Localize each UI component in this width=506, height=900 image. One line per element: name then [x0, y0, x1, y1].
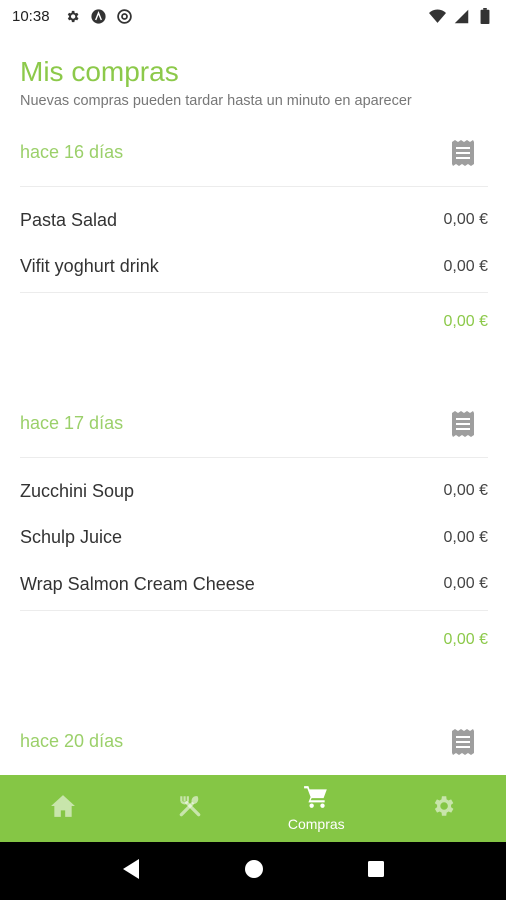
wifi-icon — [428, 7, 446, 25]
utensils-icon — [177, 793, 203, 824]
purchase-group-header: hace 17 días — [20, 405, 488, 457]
page-subtitle: Nuevas compras pueden tardar hasta un mi… — [20, 93, 412, 109]
purchase-date: hace 20 días — [20, 731, 124, 751]
purchase-item: Pasta Salad 0,00 € — [20, 197, 488, 244]
item-price: 0,00 € — [443, 482, 488, 500]
item-name: Wrap Salmon Cream Cheese — [20, 573, 255, 594]
battery-icon — [476, 7, 494, 25]
purchase-group: hace 20 días — [20, 723, 488, 775]
at-notification-icon — [116, 7, 134, 25]
cart-icon — [303, 785, 329, 814]
status-bar: 10:38 — [0, 0, 506, 32]
page-title: Mis compras — [20, 56, 179, 87]
item-name: Zucchini Soup — [20, 480, 135, 501]
settings-notification-icon — [64, 7, 82, 25]
purchase-group: hace 17 días Zucchini Soup 0,00 € Schulp… — [20, 405, 488, 673]
system-navigation-bar — [0, 842, 506, 900]
purchases-screen: Mis compras Nuevas compras pueden tardar… — [0, 32, 506, 775]
item-name: Schulp Juice — [20, 527, 123, 548]
nav-compras-label: Compras — [287, 816, 345, 832]
item-name: Vifit yoghurt drink — [20, 256, 159, 277]
receipt-icon[interactable] — [450, 411, 476, 437]
nav-home[interactable] — [0, 775, 127, 842]
bottom-navigation: Compras — [0, 775, 506, 842]
item-price: 0,00 € — [443, 528, 488, 546]
purchase-item: Wrap Salmon Cream Cheese 0,00 € — [20, 561, 488, 608]
purchase-date: hace 17 días — [20, 413, 124, 433]
nav-settings[interactable] — [380, 775, 506, 842]
nav-menu[interactable] — [127, 775, 254, 842]
purchase-total: 0,00 € — [443, 313, 488, 330]
home-circle-icon[interactable] — [244, 859, 264, 884]
item-name: Pasta Salad — [20, 209, 118, 230]
back-icon[interactable] — [121, 858, 141, 885]
purchase-total: 0,00 € — [443, 630, 488, 648]
item-price: 0,00 € — [443, 211, 488, 229]
recents-icon[interactable] — [367, 860, 385, 883]
item-price: 0,00 € — [443, 575, 488, 593]
status-time: 10:38 — [12, 7, 50, 25]
nav-compras[interactable]: Compras — [253, 775, 380, 842]
signal-icon — [452, 7, 470, 25]
purchase-group-header: hace 20 días — [20, 723, 488, 775]
receipt-icon[interactable] — [450, 729, 476, 755]
item-price: 0,00 € — [443, 257, 488, 275]
purchase-date: hace 16 días — [20, 142, 124, 162]
purchase-group: hace 16 días Pasta Salad 0,00 € Vifit yo… — [20, 134, 488, 355]
purchase-item: Zucchini Soup 0,00 € — [20, 468, 488, 515]
receipt-icon[interactable] — [450, 140, 476, 166]
purchase-total-row: 0,00 € — [20, 293, 488, 355]
purchase-item: Schulp Juice 0,00 € — [20, 515, 488, 562]
purchase-total-row: 0,00 € — [20, 611, 488, 673]
purchase-group-header: hace 16 días — [20, 134, 488, 186]
gear-icon — [430, 793, 456, 824]
home-icon — [50, 794, 76, 823]
purchase-item: Vifit yoghurt drink 0,00 € — [20, 244, 488, 291]
app-notification-icon — [90, 7, 108, 25]
